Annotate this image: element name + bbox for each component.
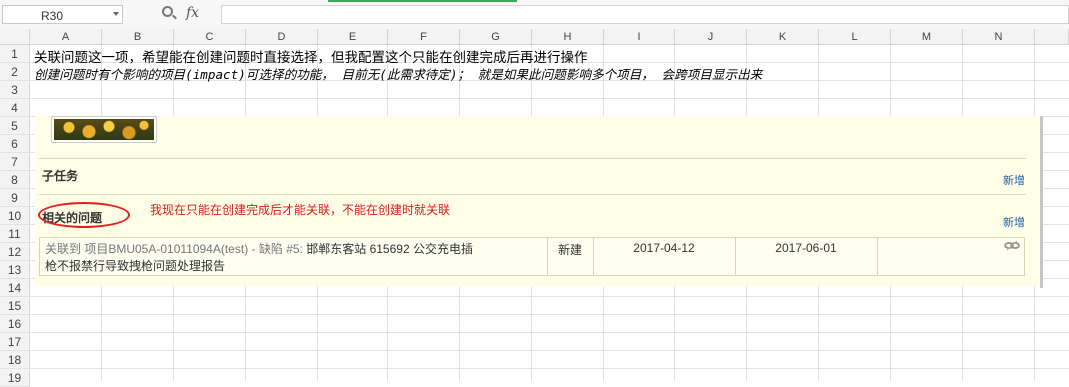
row-header-9[interactable]: 9 xyxy=(0,189,30,207)
column-header-l[interactable]: L xyxy=(819,29,891,45)
row-header-5[interactable]: 5 xyxy=(0,117,30,135)
issue-status: 新建 xyxy=(557,243,582,257)
column-header-m[interactable]: M xyxy=(891,29,963,45)
issue-title-line1[interactable]: 邯郸东客站 615692 公交充电插 xyxy=(306,242,473,256)
related-new-link[interactable]: 新增 xyxy=(1003,214,1025,230)
cell-a2[interactable]: 创建问题时有个影响的项目(impact)可选择的功能， 目前无(此需求待定)； … xyxy=(34,64,762,83)
select-all-corner[interactable] xyxy=(0,29,30,45)
row-header-1[interactable]: 1 xyxy=(0,45,30,63)
column-header-c[interactable]: C xyxy=(174,29,246,45)
issue-prefix: 关联到 项目BMU05A-01011094A(test) - xyxy=(45,242,256,256)
row-header-11[interactable]: 11 xyxy=(0,225,30,243)
formula-bar: R30 fx xyxy=(0,0,1069,30)
divider xyxy=(39,158,1026,159)
row-header-12[interactable]: 12 xyxy=(0,243,30,261)
column-header-filler xyxy=(1035,29,1069,45)
fx-icon[interactable]: fx xyxy=(186,5,199,21)
row-header-7[interactable]: 7 xyxy=(0,153,30,171)
column-header-e[interactable]: E xyxy=(318,29,388,45)
column-header-h[interactable]: H xyxy=(532,29,604,45)
zoom-icon[interactable] xyxy=(162,6,173,17)
column-header-a[interactable]: A xyxy=(30,29,102,45)
issue-title-line2[interactable]: 枪不报禁行导致拽枪问题处理报告 xyxy=(45,259,225,273)
issue-type[interactable]: 缺陷 #5: xyxy=(259,242,303,256)
row-header-3[interactable]: 3 xyxy=(0,81,30,99)
row-header-17[interactable]: 17 xyxy=(0,333,30,351)
divider xyxy=(39,194,1026,195)
row-header-15[interactable]: 15 xyxy=(0,297,30,315)
row-header-18[interactable]: 18 xyxy=(0,351,30,369)
column-header-n[interactable]: N xyxy=(963,29,1035,45)
column-header-k[interactable]: K xyxy=(747,29,819,45)
formula-input[interactable] xyxy=(221,5,1069,24)
cell-a1[interactable]: 关联问题这一项，希望能在创建问题时直接选择，但我配置这个只能在创建完成后再进行操… xyxy=(34,46,588,66)
divider xyxy=(877,237,878,276)
subtask-new-link[interactable]: 新增 xyxy=(1003,172,1025,188)
chevron-down-icon[interactable] xyxy=(113,12,119,16)
embedded-screenshot-border xyxy=(1040,116,1043,288)
row-header-8[interactable]: 8 xyxy=(0,171,30,189)
column-header-b[interactable]: B xyxy=(102,29,174,45)
column-header-j[interactable]: J xyxy=(675,29,747,45)
row-header-13[interactable]: 13 xyxy=(0,261,30,279)
name-box-value: R30 xyxy=(41,9,64,23)
column-header-f[interactable]: F xyxy=(388,29,460,45)
issue-start-date: 2017-04-12 xyxy=(633,241,695,255)
row-header-19[interactable]: 19 xyxy=(0,369,30,387)
issue-due-date: 2017-06-01 xyxy=(775,241,837,255)
red-circle-highlight xyxy=(38,202,130,228)
row-header-4[interactable]: 4 xyxy=(0,99,30,117)
formula-tools: fx xyxy=(158,4,218,24)
row-header-14[interactable]: 14 xyxy=(0,279,30,297)
name-box[interactable]: R30 xyxy=(2,5,123,24)
column-header-d[interactable]: D xyxy=(246,29,318,45)
active-tab-indicator xyxy=(328,0,517,2)
annotation-text: 我现在只能在创建完成后才能关联，不能在创建时就关联 xyxy=(150,203,451,217)
related-issue-description[interactable]: 关联到 项目BMU05A-01011094A(test) - 缺陷 #5: 邯郸… xyxy=(45,241,525,275)
row-header-16[interactable]: 16 xyxy=(0,315,30,333)
row-header-6[interactable]: 6 xyxy=(0,135,30,153)
row-header-2[interactable]: 2 xyxy=(0,63,30,81)
column-header-i[interactable]: I xyxy=(604,29,675,45)
subtask-title: 子任务 xyxy=(42,169,79,183)
unlink-icon[interactable] xyxy=(1004,240,1020,251)
column-header-g[interactable]: G xyxy=(460,29,532,45)
row-header-10[interactable]: 10 xyxy=(0,207,30,225)
flower-thumbnail xyxy=(51,116,157,143)
